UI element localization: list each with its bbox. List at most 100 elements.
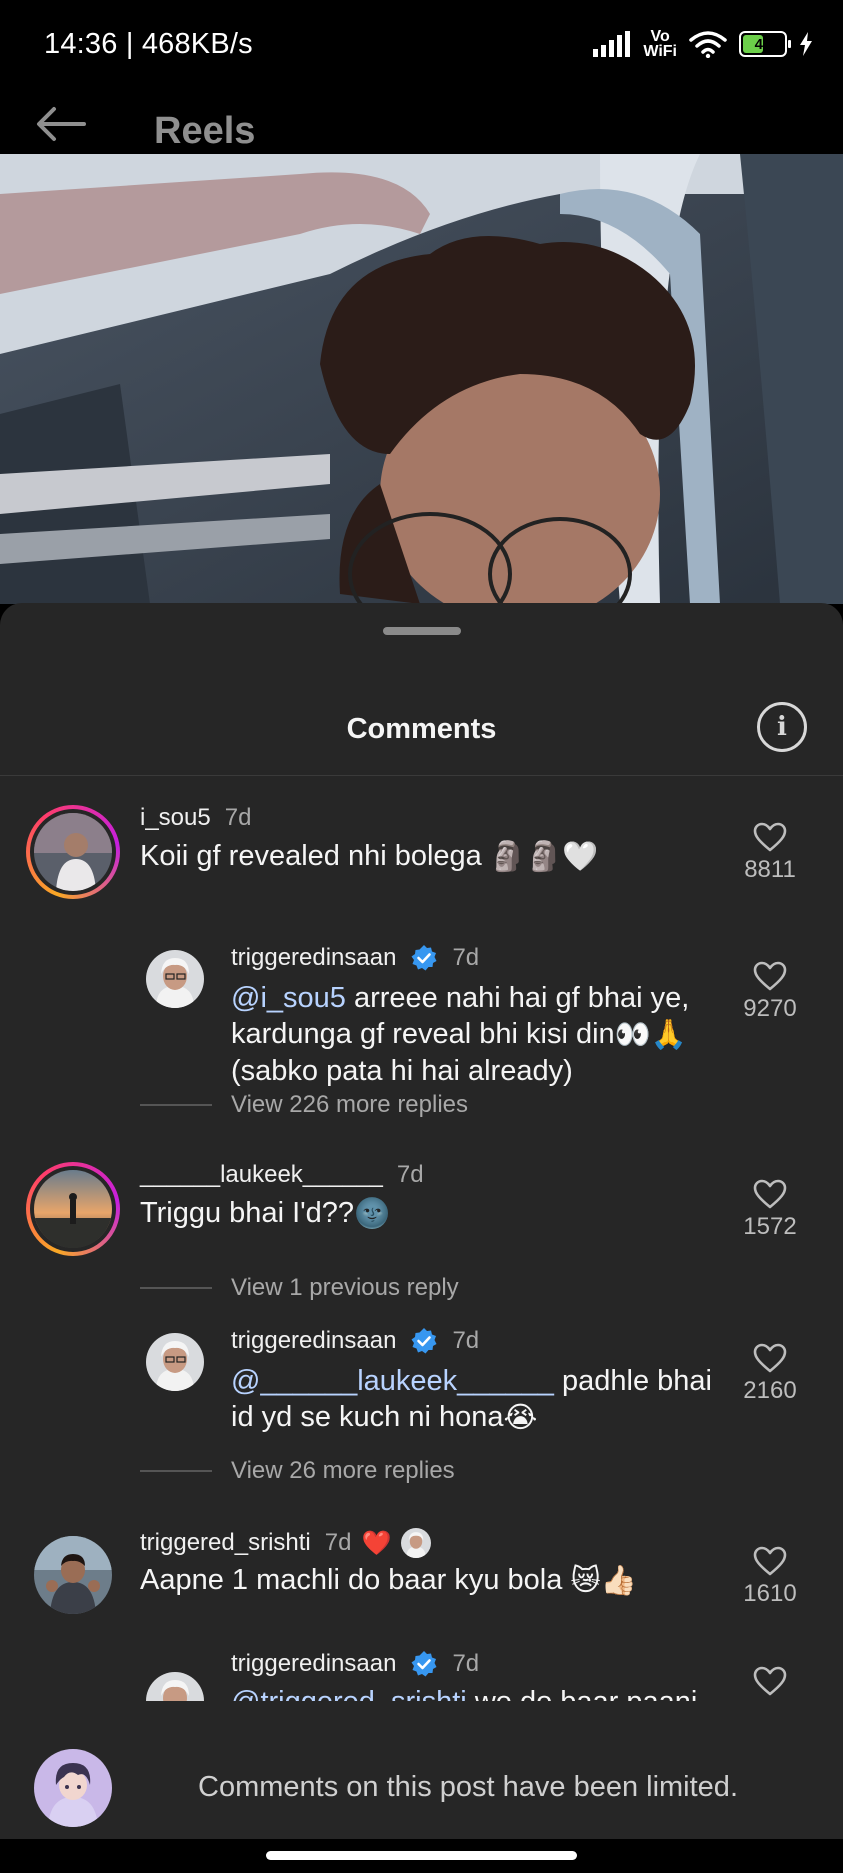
comments-sheet: Comments i i_sou5 7d Koii gf revealed nh… [0,603,843,1839]
comment-body: (sabko pata hi hai already) [231,1055,573,1088]
comment-meta: triggeredinsaan 7d [231,1650,479,1678]
thread-line [140,1470,212,1472]
comment-username[interactable]: i_sou5 [140,804,211,832]
view-more-replies[interactable]: View 26 more replies [231,1457,455,1485]
vowifi-top: Vo [650,28,670,45]
comment-text: Koii gf revealed nhi bolega 🗿🗿🤍 [140,838,598,875]
like-count: 3190 [739,1700,801,1701]
verified-badge-icon [411,945,437,971]
verified-badge-icon [411,1651,437,1677]
comment-age: 7d [396,1161,424,1188]
comment-emoji: 🌚 [354,1198,391,1231]
comment-age: 7d [452,1327,480,1354]
heart-icon[interactable] [753,1179,787,1209]
comment-body: padhle bhai [553,1365,712,1397]
heart-icon[interactable] [753,1666,787,1696]
charging-icon [800,32,812,56]
verified-badge-icon [411,1328,437,1354]
view-more-replies[interactable]: View 226 more replies [231,1091,468,1119]
comment-like: 8811 [739,822,801,884]
comment-list[interactable]: i_sou5 7d Koii gf revealed nhi bolega 🗿🗿… [0,776,843,1701]
avatar [34,1170,112,1248]
heart-icon[interactable] [753,822,787,852]
avatar[interactable] [146,1672,204,1701]
comment-like: 2160 [739,1343,801,1405]
comment-age: 7d [224,804,252,831]
comment-like: 1572 [739,1179,801,1241]
avatar[interactable] [146,1333,204,1391]
info-icon[interactable]: i [757,702,807,752]
video-frame [0,154,843,604]
like-count: 2160 [743,1377,797,1404]
status-bar: 14:36 | 468KB/s Vo WiFi 49 [0,0,843,92]
creator-heart-icon: ❤️ [361,1529,392,1557]
comments-limited-notice: Comments on this post have been limited. [198,1771,738,1803]
comment-username[interactable]: triggeredinsaan [231,1327,396,1355]
heart-icon[interactable] [753,961,787,991]
comment-username[interactable]: triggeredinsaan [231,944,396,972]
sheet-title: Comments [346,713,497,745]
comment-body: wo do baar paani [467,1686,698,1701]
avatar[interactable] [34,1536,112,1614]
reels-header: Reels [0,92,843,154]
reel-video[interactable] [0,154,843,604]
comment-emoji: 😭 [503,1402,538,1435]
battery-icon: 49 [739,31,791,57]
comment-text: @i_sou5 arreee nahi hai gf bhai ye, kard… [231,980,731,1089]
comment-text: Aapne 1 machli do baar kyu bola 😿👍🏻 [140,1562,637,1599]
comment-username[interactable]: triggeredinsaan [231,1650,396,1678]
sheet-drag-handle[interactable] [383,627,461,635]
wifi-icon [689,31,727,58]
comment-text: @______laukeek______ padhle bhai id yd s… [231,1363,731,1436]
status-time-speed: 14:36 | 468KB/s [44,28,253,60]
battery-level: 49 [754,35,772,53]
comment-username[interactable]: ______laukeek______ [140,1161,383,1189]
page-title: Reels [154,110,256,152]
mention-link[interactable]: @triggered_srishti [231,1686,467,1701]
like-count: 1572 [743,1213,797,1240]
heart-icon[interactable] [753,1546,787,1576]
home-gesture-handle[interactable] [266,1851,577,1860]
comment-meta: ______laukeek______ 7d [140,1161,424,1189]
comment-body: kardunga gf reveal bhi kisi din [231,1018,615,1050]
like-count: 1610 [743,1580,797,1607]
comment-text: @triggered_srishti wo do baar paani [231,1684,731,1701]
comment-meta: triggeredinsaan 7d [231,1327,479,1355]
status-icons: Vo WiFi 49 [593,26,813,62]
mention-link[interactable]: @______laukeek______ [231,1365,554,1397]
comment-age: 7d [452,944,480,971]
comment-body: id yd se kuch ni hona [231,1401,504,1433]
comment-age: 7d [452,1650,480,1677]
comment-text: Triggu bhai I'd??🌚 [140,1195,390,1232]
comment-body: Triggu bhai I'd?? [140,1197,355,1229]
heart-icon[interactable] [753,1343,787,1373]
comment-like: 9270 [739,961,801,1023]
like-count: 9270 [743,995,797,1022]
creator-avatar [401,1528,432,1558]
comment-meta: i_sou5 7d [140,804,251,832]
comment-emoji: 🗿🗿🤍 [489,841,599,874]
comment-emoji: 👀🙏 [614,1019,687,1052]
comment-meta: triggered_srishti 7d ❤️ [140,1528,432,1558]
current-user-avatar [34,1749,112,1827]
thread-line [140,1104,212,1106]
comment-like: 3190 [739,1666,801,1701]
view-previous-reply[interactable]: View 1 previous reply [231,1274,459,1302]
comment-footer: Comments on this post have been limited. [0,1737,843,1839]
avatar [34,813,112,891]
mention-link[interactable]: @i_sou5 [231,982,346,1014]
like-count: 8811 [744,856,796,883]
comment-meta: triggeredinsaan 7d [231,944,479,972]
comment-username[interactable]: triggered_srishti [140,1529,311,1557]
system-nav-bar [0,1839,843,1873]
thread-line [140,1287,212,1289]
avatar-story-ring[interactable] [26,1162,120,1256]
avatar-story-ring[interactable] [26,805,120,899]
signal-icon [593,31,631,57]
vowifi-indicator: Vo WiFi [643,28,677,60]
arrow-left-icon[interactable] [34,106,86,142]
avatar[interactable] [146,950,204,1008]
comment-body: Aapne 1 machli do baar kyu bola [140,1564,563,1596]
comment-emoji: 😿👍🏻 [570,1565,637,1598]
vowifi-bottom: WiFi [643,43,677,60]
